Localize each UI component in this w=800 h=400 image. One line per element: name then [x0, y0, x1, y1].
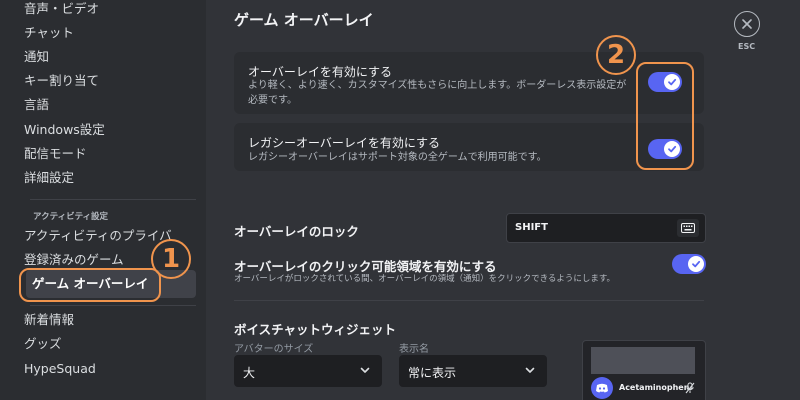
- sidebar-item-voice-video[interactable]: 音声・ビデオ: [24, 0, 196, 21]
- page-title: ゲーム オーバーレイ: [234, 11, 374, 29]
- display-name-label: 表示名: [399, 344, 429, 355]
- preview-placeholder-bar: [591, 347, 695, 374]
- annotation-highlight-sidebar: [19, 268, 161, 302]
- sidebar-item-whats-new[interactable]: 新着情報: [24, 308, 196, 332]
- annotation-highlight-toggles: [636, 62, 694, 170]
- keybind-value: SHIFT: [515, 222, 548, 233]
- clickable-area-toggle[interactable]: [672, 254, 706, 274]
- avatar-size-value: 大: [243, 366, 256, 380]
- overlay-lock-keybind[interactable]: SHIFT: [506, 213, 706, 243]
- sidebar-item-streamer-mode[interactable]: 配信モード: [24, 142, 196, 166]
- check-icon: [692, 260, 701, 268]
- section-divider: [234, 300, 704, 301]
- legacy-overlay-card: レガシーオーバーレイを有効にする レガシーオーバーレイはサポート対象の全ゲームで…: [234, 123, 704, 171]
- sidebar-header-activity: アクティビティ設定: [33, 212, 109, 222]
- avatar-size-label: アバターのサイズ: [234, 344, 314, 355]
- preview-username: Acetaminophen: [619, 383, 690, 392]
- sidebar-item-merch[interactable]: グッズ: [24, 332, 196, 356]
- voice-widget-title: ボイスチャットウィジェット: [234, 322, 397, 337]
- avatar-size-select[interactable]: 大: [234, 355, 382, 387]
- sidebar-item-language[interactable]: 言語: [24, 93, 196, 117]
- sidebar-divider: [30, 305, 196, 306]
- sidebar-item-advanced[interactable]: 詳細設定: [24, 166, 196, 190]
- voice-widget-preview: Acetaminophen: [582, 340, 706, 400]
- esc-label: ESC: [738, 42, 756, 51]
- mic-muted-icon: [685, 382, 695, 394]
- overlay-lock-title: オーバーレイのロック: [234, 224, 359, 239]
- sidebar-item-hypesquad[interactable]: HypeSquad: [24, 357, 196, 381]
- chevron-down-icon: [525, 367, 535, 373]
- toggle-knob: [688, 256, 704, 272]
- sidebar-divider: [30, 199, 196, 200]
- chevron-down-icon: [360, 367, 370, 373]
- clickable-area-description: オーバーレイがロックされている間、オーバーレイの領域（通知）をクリックできるよう…: [234, 274, 616, 284]
- annotation-number-two: 2: [596, 35, 636, 75]
- display-name-select[interactable]: 常に表示: [399, 355, 547, 387]
- display-name-value: 常に表示: [408, 366, 457, 380]
- legacy-overlay-title: レガシーオーバーレイを有効にする: [248, 136, 441, 150]
- close-button[interactable]: [734, 11, 760, 37]
- overlay-enable-description: より軽く、より速く、カスタマイズ性もさらに向上します。ボーダーレス表示設定が必要…: [248, 80, 627, 106]
- sidebar-item-windows-settings[interactable]: Windows設定: [24, 118, 196, 142]
- annotation-number-one: 1: [151, 239, 191, 279]
- close-icon: [742, 19, 752, 29]
- settings-content: ゲーム オーバーレイ ESC オーバーレイを有効にする より軽く、より速く、カス…: [206, 0, 800, 400]
- keyboard-icon[interactable]: [677, 219, 699, 237]
- discord-logo-icon: [596, 383, 608, 393]
- settings-sidebar: 音声・ビデオ チャット 通知 キー割り当て 言語 Windows設定 配信モード…: [0, 0, 206, 400]
- legacy-overlay-description: レガシーオーバーレイはサポート対象の全ゲームで利用可能です。: [248, 152, 547, 163]
- avatar: [591, 377, 613, 399]
- sidebar-item-chat[interactable]: チャット: [24, 21, 196, 45]
- sidebar-item-notifications[interactable]: 通知: [24, 45, 196, 69]
- sidebar-item-keybinds[interactable]: キー割り当て: [24, 69, 196, 93]
